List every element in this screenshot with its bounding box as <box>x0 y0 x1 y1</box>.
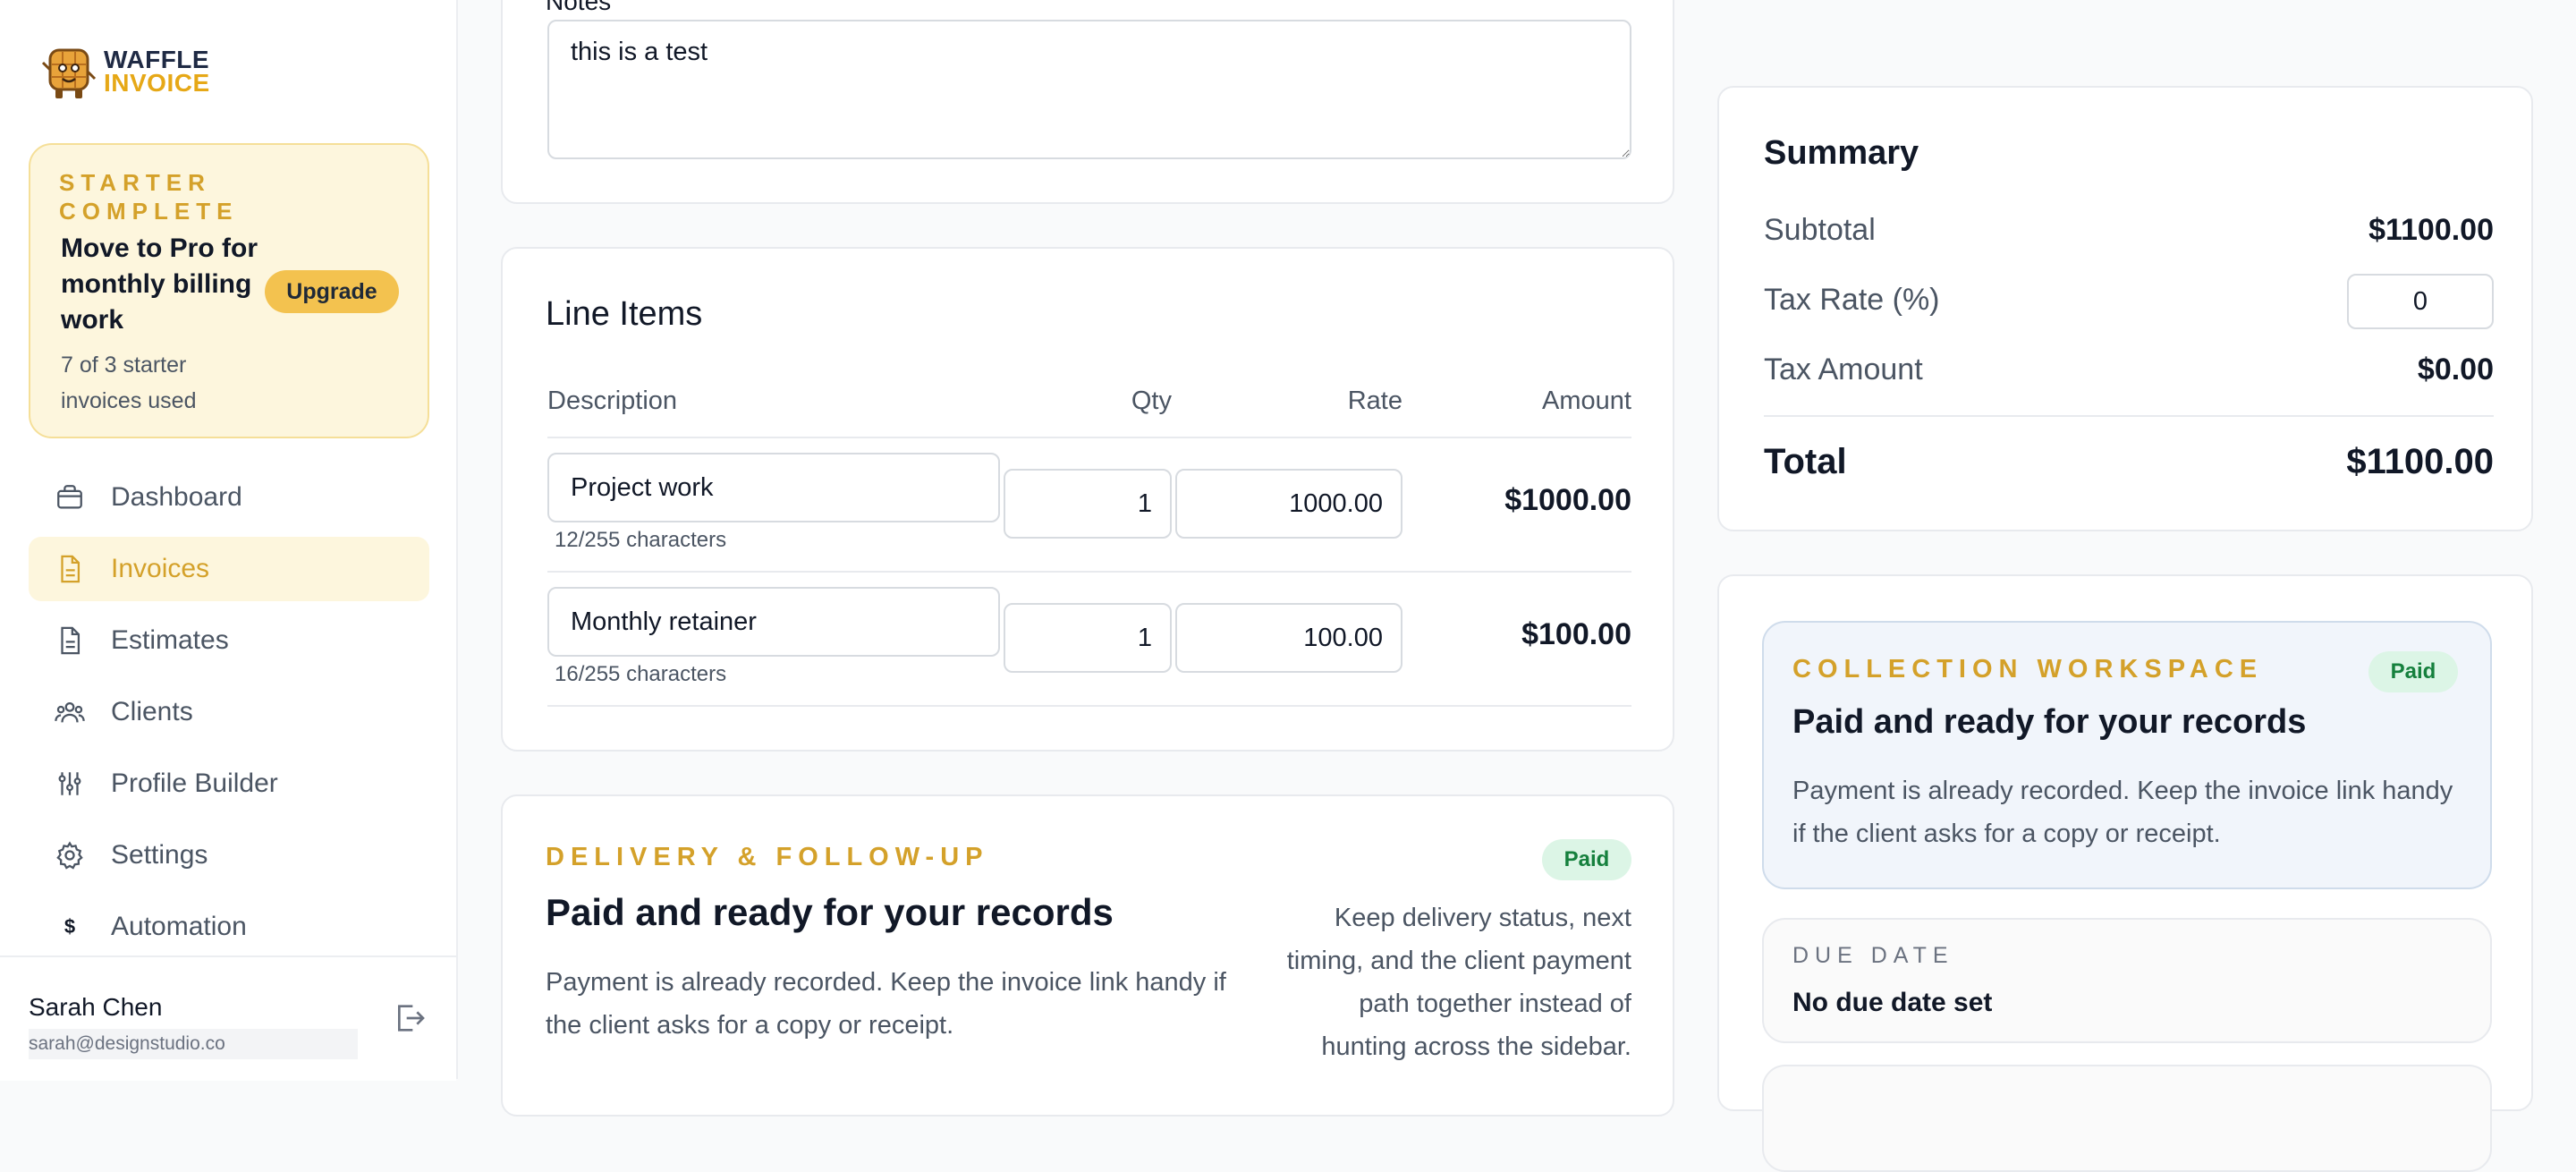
delivery-body: Payment is already recorded. Keep the in… <box>546 968 1226 1040</box>
logo-line2: INVOICE <box>104 69 210 97</box>
summary-title: Summary <box>1764 134 1919 172</box>
notes-textarea[interactable]: this is a test <box>547 20 1631 159</box>
upgrade-button[interactable]: Upgrade <box>265 270 399 313</box>
subtotal-row: Subtotal $1100.00 <box>1764 213 2494 248</box>
waffle-invoice-logo[interactable]: WAFFLE INVOICE <box>41 41 220 102</box>
rate-input[interactable] <box>1175 603 1402 673</box>
user-email: sarah@designstudio.co <box>29 1029 358 1059</box>
total-value: $1100.00 <box>2346 442 2494 481</box>
workspace-status-panel: COLLECTION WORKSPACE Paid Paid and ready… <box>1762 621 2492 889</box>
char-count: 16/255 characters <box>555 662 727 686</box>
sidebar-item-label: Settings <box>111 840 208 870</box>
column-qty: Qty <box>1131 386 1172 415</box>
promo-eyebrow: STARTER COMPLETE <box>59 169 239 225</box>
tax-amount-label: Tax Amount <box>1764 352 1923 386</box>
sidebar-item-settings[interactable]: Settings <box>29 823 429 887</box>
gear-icon <box>52 837 88 873</box>
plan-promo-card: STARTER COMPLETE Move to Pro for monthly… <box>29 143 429 438</box>
line-items-title: Line Items <box>546 295 703 333</box>
waffle-mascot-icon <box>41 48 97 98</box>
description-input[interactable] <box>547 453 1000 522</box>
qty-input[interactable] <box>1004 469 1172 539</box>
due-date-label: DUE DATE <box>1792 943 1954 968</box>
document-icon <box>52 551 88 587</box>
tax-rate-label: Tax Rate (%) <box>1764 283 1940 317</box>
promo-usage: 7 of 3 starter invoices used <box>61 352 197 413</box>
tax-amount-row: Tax Amount $0.00 <box>1764 352 2494 387</box>
sidebar-item-label: Clients <box>111 697 193 726</box>
sidebar-item-profile-builder[interactable]: Profile Builder <box>29 752 429 816</box>
delivery-card: DELIVERY & FOLLOW-UP Paid Paid and ready… <box>501 794 1674 1117</box>
briefcase-icon <box>52 480 88 515</box>
sidebar-item-invoices[interactable]: Invoices <box>29 537 429 601</box>
sidebar-item-label: Dashboard <box>111 482 242 512</box>
header-divider <box>547 437 1631 438</box>
notes-label: Notes <box>546 0 612 15</box>
row-divider <box>547 705 1631 707</box>
promo-title: Move to Pro for monthly billing work <box>61 234 258 335</box>
sidebar-item-label: Invoices <box>111 554 210 583</box>
column-rate: Rate <box>1347 386 1402 415</box>
due-date-panel: DUE DATE No due date set <box>1762 918 2492 1043</box>
description-input[interactable] <box>547 587 1000 657</box>
delivery-aside: Keep delivery status, next timing, and t… <box>1286 904 1631 1061</box>
sidebar-item-label: Profile Builder <box>111 769 278 798</box>
workspace-next-panel <box>1762 1065 2492 1172</box>
row-divider <box>547 571 1631 573</box>
sidebar: WAFFLE INVOICE STARTER COMPLETE Move to … <box>0 0 458 1081</box>
workspace-eyebrow: COLLECTION WORKSPACE <box>1792 655 2264 684</box>
column-description: Description <box>547 386 678 415</box>
total-label: Total <box>1764 442 1847 481</box>
sidebar-item-automation[interactable]: $ Automation <box>29 895 429 959</box>
line-items-card: Line Items Description Qty Rate Amount 1… <box>501 247 1674 752</box>
document-icon <box>52 623 88 658</box>
summary-divider <box>1764 415 2494 417</box>
summary-card: Summary Subtotal $1100.00 Tax Rate (%) T… <box>1717 86 2533 531</box>
sliders-icon <box>52 766 88 802</box>
notes-card: Notes this is a test <box>501 0 1674 204</box>
sidebar-item-dashboard[interactable]: Dashboard <box>29 465 429 530</box>
column-amount: Amount <box>1542 386 1631 415</box>
subtotal-label: Subtotal <box>1764 213 1876 247</box>
line-amount: $100.00 <box>1521 617 1631 651</box>
line-amount: $1000.00 <box>1504 483 1631 517</box>
status-badge: Paid <box>2368 651 2458 692</box>
workspace-body: Payment is already recorded. Keep the in… <box>1792 777 2453 848</box>
tax-amount-value: $0.00 <box>2417 352 2494 386</box>
users-icon <box>52 694 88 730</box>
collection-workspace-card: COLLECTION WORKSPACE Paid Paid and ready… <box>1717 574 2533 1172</box>
dollar-icon: $ <box>64 915 76 938</box>
delivery-title: Paid and ready for your records <box>546 891 1114 933</box>
user-name: Sarah Chen <box>29 993 163 1021</box>
sidebar-item-estimates[interactable]: Estimates <box>29 608 429 673</box>
status-badge: Paid <box>1542 839 1631 880</box>
tax-rate-input[interactable] <box>2347 274 2494 329</box>
due-date-value: No due date set <box>1792 988 1993 1017</box>
sidebar-item-label: Automation <box>111 912 247 941</box>
logout-icon[interactable] <box>392 1000 428 1036</box>
delivery-eyebrow: DELIVERY & FOLLOW-UP <box>546 843 989 871</box>
subtotal-value: $1100.00 <box>2368 213 2494 247</box>
sidebar-item-clients[interactable]: Clients <box>29 680 429 744</box>
total-row: Total $1100.00 <box>1764 442 2494 482</box>
qty-input[interactable] <box>1004 603 1172 673</box>
sidebar-nav: Dashboard Invoices Estimates Clients Pro… <box>29 465 429 966</box>
user-profile: Sarah Chen sarah@designstudio.co <box>0 955 456 1081</box>
rate-input[interactable] <box>1175 469 1402 539</box>
char-count: 12/255 characters <box>555 528 727 552</box>
workspace-title: Paid and ready for your records <box>1792 703 2307 741</box>
sidebar-item-label: Estimates <box>111 625 229 655</box>
